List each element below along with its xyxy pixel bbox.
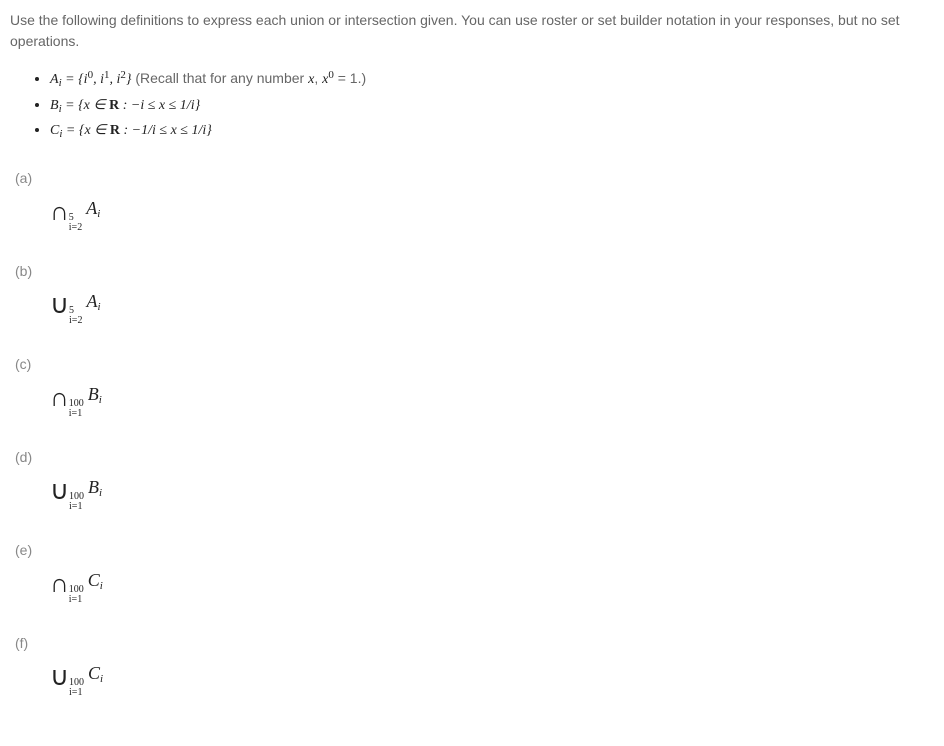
union-icon: ∪ [50, 285, 69, 324]
limit-top: 100 [69, 399, 84, 409]
set-var: A [86, 291, 97, 311]
limit-bottom: i=1 [69, 595, 84, 605]
problem-e: (e) ∩100i=1 Ci [15, 540, 934, 605]
problem-c: (c) ∩100i=1 Bi [15, 354, 934, 419]
recall-mid: , [314, 70, 322, 86]
union-icon: ∪ [50, 471, 69, 510]
problem-expression: ∩100i=1 Ci [15, 564, 934, 605]
problem-expression: ∪5i=2 Ai [15, 285, 934, 326]
recall-suffix: .) [358, 70, 367, 86]
problem-label: (d) [15, 447, 934, 468]
limit-bottom: i=2 [69, 316, 82, 326]
problem-label: (c) [15, 354, 934, 375]
problem-label: (b) [15, 261, 934, 282]
recall-prefix: (Recall that for any number [131, 70, 308, 86]
set-sub: i [100, 673, 103, 685]
intersection-icon: ∩ [50, 192, 69, 231]
set-var: A [86, 198, 97, 218]
set-sub: i [97, 301, 100, 313]
limit-top: 5 [69, 306, 82, 316]
problem-expression: ∪100i=1 Ci [15, 657, 934, 698]
instructions-text: Use the following definitions to express… [10, 10, 934, 52]
problem-label: (a) [15, 168, 934, 189]
limit-bottom: i=1 [69, 502, 84, 512]
union-icon: ∪ [50, 657, 69, 696]
definition-B: Bi = {x ∈ R : −i ≤ x ≤ 1/i} [50, 94, 934, 118]
problem-expression: ∩100i=1 Bi [15, 378, 934, 419]
definitions-list: Ai = {i0, i1, i2} (Recall that for any n… [10, 67, 934, 143]
set-var: B [88, 384, 99, 404]
limit-top: 5 [69, 213, 82, 223]
limit-top: 100 [69, 492, 84, 502]
problem-f: (f) ∪100i=1 Ci [15, 633, 934, 698]
problem-d: (d) ∪100i=1 Bi [15, 447, 934, 512]
limit-bottom: i=1 [69, 409, 84, 419]
problem-list: (a) ∩5i=2Ai (b) ∪5i=2Ai (c) ∩100i=1Bi (d… [10, 168, 934, 698]
limit-bottom: i=2 [69, 223, 82, 233]
set-var: C [88, 570, 100, 590]
set-sub: i [100, 580, 103, 592]
limit-top: 100 [69, 678, 84, 688]
intersection-icon: ∩ [50, 378, 69, 417]
intersection-icon: ∩ [50, 564, 69, 603]
problem-label: (e) [15, 540, 934, 561]
set-var: B [88, 477, 99, 497]
problem-a: (a) ∩5i=2 Ai [15, 168, 934, 233]
limit-top: 100 [69, 585, 84, 595]
problem-expression: ∪100i=1 Bi [15, 471, 934, 512]
definition-C: Ci = {x ∈ R : −1/i ≤ x ≤ 1/i} [50, 119, 934, 143]
problem-expression: ∩5i=2 Ai [15, 192, 934, 233]
problem-b: (b) ∪5i=2 Ai [15, 261, 934, 326]
set-sub: i [99, 394, 102, 406]
set-sub: i [97, 208, 100, 220]
problem-label: (f) [15, 633, 934, 654]
limit-bottom: i=1 [69, 688, 84, 698]
recall-eq: = 1 [334, 70, 358, 86]
definition-A: Ai = {i0, i1, i2} (Recall that for any n… [50, 67, 934, 92]
set-var: C [88, 663, 100, 683]
set-sub: i [99, 487, 102, 499]
